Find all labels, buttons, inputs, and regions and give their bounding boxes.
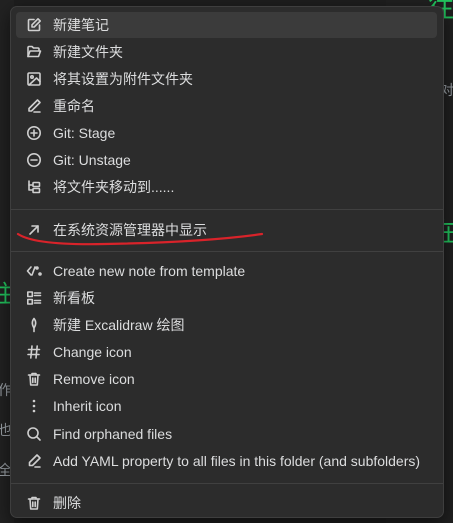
menu-item-label: 新建笔记 bbox=[53, 17, 109, 33]
menu-item-new-folder[interactable]: 新建文件夹 bbox=[16, 39, 437, 65]
pencil-icon bbox=[24, 96, 44, 116]
template-icon bbox=[24, 261, 44, 281]
menu-item-label: 将文件夹移动到...... bbox=[53, 179, 175, 195]
menu-item-label: Create new note from template bbox=[53, 263, 246, 279]
menu-item-rename[interactable]: 重命名 bbox=[16, 93, 437, 119]
feather-icon bbox=[24, 315, 44, 335]
menu-item-label: Change icon bbox=[53, 344, 132, 360]
plus-circle-icon bbox=[24, 123, 44, 143]
menu-item-delete[interactable]: 删除 bbox=[16, 490, 437, 516]
menu-item-git-unstage[interactable]: Git: Unstage bbox=[16, 147, 437, 173]
menu-item-label: 在系统资源管理器中显示 bbox=[53, 222, 207, 238]
image-icon bbox=[24, 69, 44, 89]
menu-item-change-icon[interactable]: Change icon bbox=[16, 339, 437, 365]
pen-line-icon bbox=[24, 451, 44, 471]
folder-open-icon bbox=[24, 42, 44, 62]
menu-item-label: Find orphaned files bbox=[53, 426, 173, 442]
menu-item-label: Add YAML property to all files in this f… bbox=[53, 453, 421, 469]
menu-item-inherit-icon[interactable]: Inherit icon bbox=[16, 393, 437, 419]
edit-icon bbox=[24, 15, 44, 35]
menu-item-find-orphaned-files[interactable]: Find orphaned files bbox=[16, 421, 437, 447]
menu-item-set-attachment-folder[interactable]: 将其设置为附件文件夹 bbox=[16, 66, 437, 92]
menu-item-new-kanban[interactable]: 新看板 bbox=[16, 285, 437, 311]
menu-item-label: Git: Stage bbox=[53, 125, 116, 141]
menu-separator bbox=[11, 209, 443, 210]
menu-item-label: 新建 Excalidraw 绘图 bbox=[53, 317, 185, 333]
menu-item-label: 重命名 bbox=[53, 98, 95, 114]
menu-item-new-excalidraw[interactable]: 新建 Excalidraw 绘图 bbox=[16, 312, 437, 338]
app-window: 往 对 在 住 作 也 全 新建笔记 新建文件夹 将其设置为附件文件夹 bbox=[0, 0, 453, 523]
menu-separator bbox=[11, 483, 443, 484]
trash-icon bbox=[24, 369, 44, 389]
menu-item-label: 新建文件夹 bbox=[53, 44, 123, 60]
menu-item-git-stage[interactable]: Git: Stage bbox=[16, 120, 437, 146]
search-icon bbox=[24, 424, 44, 444]
kanban-icon bbox=[24, 288, 44, 308]
menu-separator bbox=[11, 251, 443, 252]
menu-item-create-from-template[interactable]: Create new note from template bbox=[16, 258, 437, 284]
menu-item-label: Remove icon bbox=[53, 371, 135, 387]
menu-item-remove-icon[interactable]: Remove icon bbox=[16, 366, 437, 392]
menu-item-label: Inherit icon bbox=[53, 398, 122, 414]
hash-icon bbox=[24, 342, 44, 362]
menu-item-move-folder[interactable]: 将文件夹移动到...... bbox=[16, 174, 437, 200]
menu-item-label: 删除 bbox=[53, 495, 81, 511]
folder-tree-icon bbox=[24, 177, 44, 197]
menu-item-reveal-in-explorer[interactable]: 在系统资源管理器中显示 bbox=[16, 217, 437, 243]
menu-item-label: Git: Unstage bbox=[53, 152, 131, 168]
menu-item-label: 将其设置为附件文件夹 bbox=[53, 71, 193, 87]
menu-item-new-note[interactable]: 新建笔记 bbox=[16, 12, 437, 38]
minus-circle-icon bbox=[24, 150, 44, 170]
arrow-up-right-icon bbox=[24, 220, 44, 240]
file-explorer-context-menu: 新建笔记 新建文件夹 将其设置为附件文件夹 重命名 Git: Stage Git… bbox=[10, 6, 444, 518]
menu-item-add-yaml-property[interactable]: Add YAML property to all files in this f… bbox=[16, 448, 437, 474]
menu-item-label: 新看板 bbox=[53, 290, 95, 306]
vertical-dots-icon bbox=[24, 396, 44, 416]
trash-icon bbox=[24, 493, 44, 513]
